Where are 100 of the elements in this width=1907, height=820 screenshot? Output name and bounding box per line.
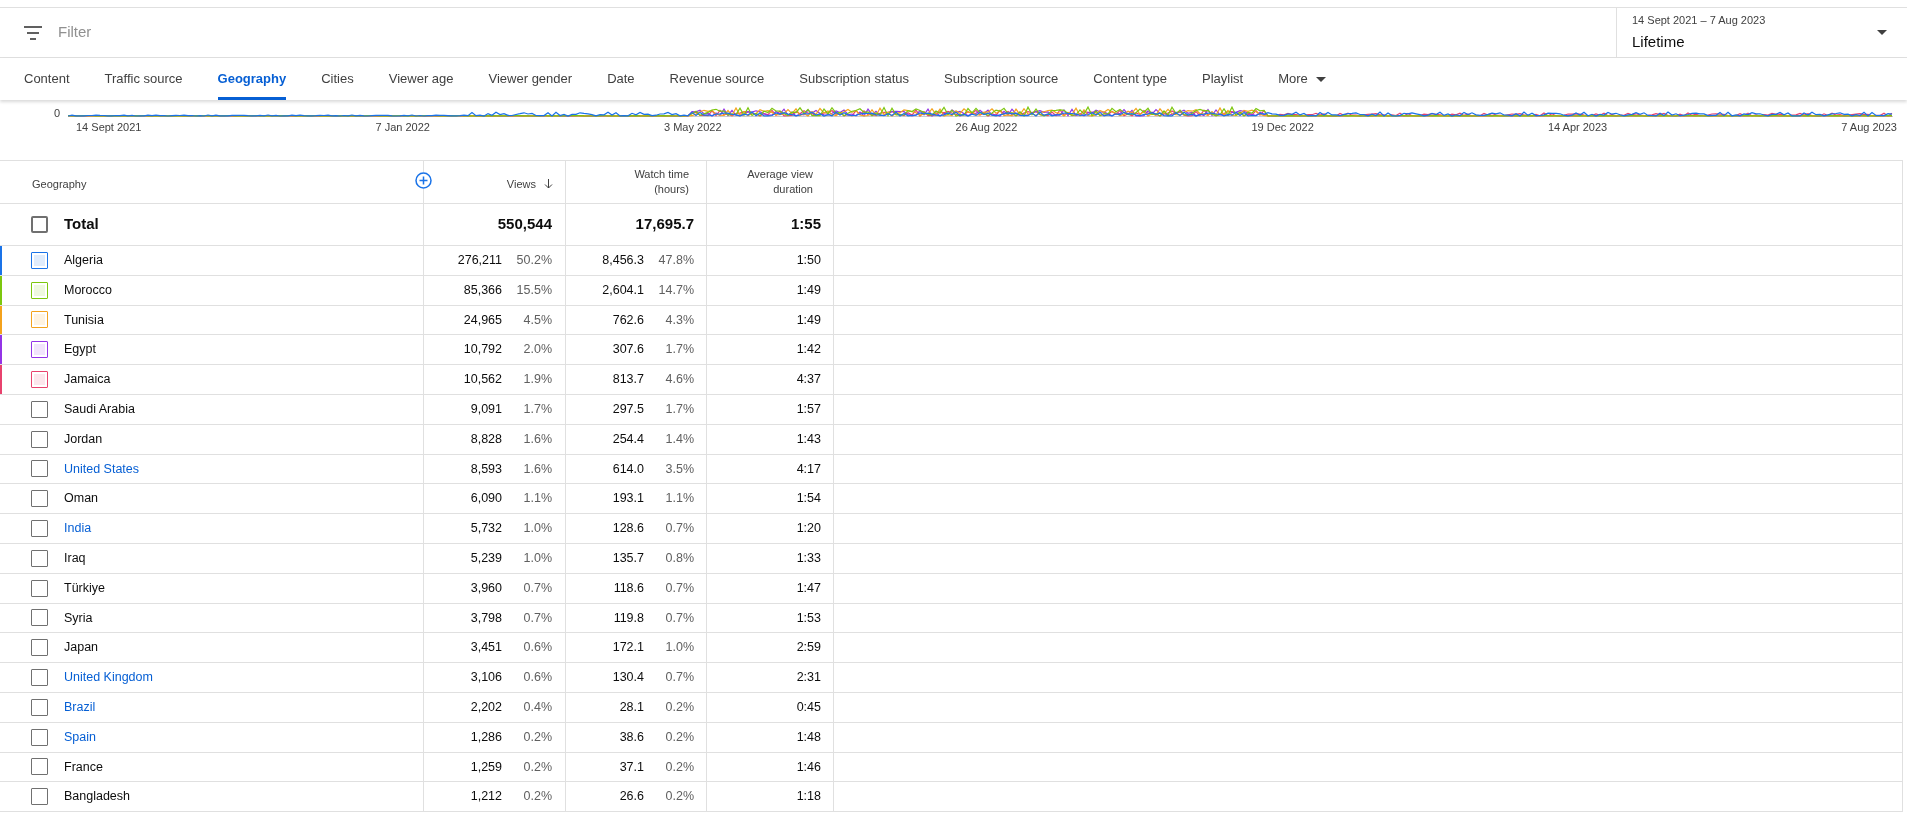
table-cell-text: 1:46 bbox=[796, 758, 821, 776]
checkbox[interactable] bbox=[31, 341, 48, 359]
country-link[interactable]: Spain bbox=[64, 727, 96, 747]
table-cell-text: 1.6% bbox=[522, 430, 552, 448]
table-cell-text: 276,211 bbox=[457, 252, 502, 269]
table-cell-text: 0.2% bbox=[522, 728, 552, 746]
tab[interactable]: Content bbox=[24, 58, 70, 100]
checkbox[interactable] bbox=[31, 609, 48, 627]
table-cell-text: 1,212 bbox=[470, 788, 502, 806]
add-column-icon[interactable] bbox=[415, 172, 432, 189]
checkbox[interactable] bbox=[31, 400, 48, 418]
sort-arrow-icon[interactable] bbox=[544, 179, 553, 189]
table-cell-text: 1:54 bbox=[796, 490, 821, 508]
table-cell-text: 1.7% bbox=[664, 401, 694, 418]
table-cell-text: 0.7% bbox=[664, 520, 694, 538]
tab[interactable]: More bbox=[1278, 58, 1326, 100]
table-cell-text: 128.6 bbox=[612, 520, 644, 538]
checkbox[interactable] bbox=[31, 520, 48, 538]
country-name: Algeria bbox=[64, 252, 103, 269]
table-cell-text: 0.7% bbox=[522, 609, 552, 627]
table-cell-text: 3,798 bbox=[470, 609, 502, 627]
table-cell-text: 37.1 bbox=[619, 758, 644, 776]
tab[interactable]: Content type bbox=[1093, 58, 1167, 100]
tab[interactable]: Traffic source bbox=[104, 58, 183, 100]
table-cell-text: 0.7% bbox=[522, 579, 552, 597]
table-cell-text: 0.6% bbox=[522, 669, 552, 687]
checkbox[interactable] bbox=[31, 281, 48, 299]
checkbox[interactable] bbox=[31, 579, 48, 597]
tab[interactable]: Playlist bbox=[1202, 58, 1244, 100]
country-link[interactable]: India bbox=[64, 519, 92, 538]
checkbox[interactable] bbox=[31, 698, 48, 716]
table-cell-text: 2:31 bbox=[796, 669, 821, 687]
tab[interactable]: Viewer gender bbox=[488, 58, 573, 100]
table-cell-text: 1:48 bbox=[796, 728, 821, 746]
table-cell-text: 1:42 bbox=[796, 341, 821, 359]
checkbox[interactable] bbox=[31, 639, 48, 657]
tab[interactable]: Revenue source bbox=[669, 58, 765, 100]
chart-axis-label: 14 Sept 2021 bbox=[76, 120, 142, 135]
table-cell-text: 26.6 bbox=[619, 788, 644, 806]
table-cell-text: 2.0% bbox=[522, 341, 552, 359]
tab[interactable]: Cities bbox=[321, 58, 354, 100]
table-cell-text: 1.1% bbox=[522, 490, 552, 508]
table-cell-text: 1,259 bbox=[470, 758, 502, 776]
tab[interactable]: Viewer age bbox=[388, 58, 454, 100]
checkbox[interactable] bbox=[31, 788, 48, 806]
tab[interactable]: Subscription status bbox=[799, 58, 910, 100]
table-cell-text: 1,286 bbox=[470, 728, 502, 746]
table-cell-text: 0.4% bbox=[522, 698, 552, 716]
checkbox[interactable] bbox=[31, 216, 48, 233]
checkbox[interactable] bbox=[31, 490, 48, 508]
table-cell-text: 0.7% bbox=[664, 579, 694, 597]
checkbox[interactable] bbox=[31, 758, 48, 776]
table-cell-text: 3,451 bbox=[470, 639, 502, 657]
table-cell-text: 6,090 bbox=[470, 490, 502, 508]
column-header[interactable]: Watch time (hours) bbox=[619, 167, 689, 197]
table-cell-text: 3,960 bbox=[470, 579, 502, 597]
tab[interactable]: Geography bbox=[217, 58, 287, 100]
table-cell-text: 0:45 bbox=[796, 698, 821, 716]
total-average-duration: 1:55 bbox=[790, 214, 821, 235]
country-name: Bangladesh bbox=[64, 788, 131, 806]
tab[interactable]: Subscription source bbox=[944, 58, 1059, 100]
table-cell-text: 0.2% bbox=[522, 788, 552, 806]
table-cell-text: 3,106 bbox=[470, 669, 502, 687]
country-link[interactable]: United States bbox=[64, 459, 140, 479]
country-link[interactable]: Brazil bbox=[64, 697, 96, 717]
checkbox[interactable] bbox=[31, 430, 48, 448]
chart-axis-label: 3 May 2022 bbox=[664, 120, 722, 135]
checkbox[interactable] bbox=[31, 549, 48, 567]
column-header[interactable]: Views bbox=[506, 175, 536, 193]
country-name: Oman bbox=[64, 490, 99, 508]
checkbox[interactable] bbox=[31, 460, 48, 478]
table-cell-text: 130.4 bbox=[612, 669, 644, 687]
tab[interactable]: Date bbox=[607, 58, 635, 100]
table-cell-text: 4.5% bbox=[522, 311, 552, 329]
country-name: Jordan bbox=[64, 430, 103, 448]
country-name: Saudi Arabia bbox=[64, 401, 135, 418]
table-cell-text: 10,562 bbox=[463, 371, 502, 389]
country-name: Jamaica bbox=[64, 371, 111, 389]
table-cell-text: 8,593 bbox=[470, 460, 502, 478]
checkbox[interactable] bbox=[31, 371, 48, 389]
country-link[interactable]: United Kingdom bbox=[64, 668, 153, 687]
date-range-dropdown[interactable]: 14 Sept 2021 – 7 Aug 2023 Lifetime bbox=[1616, 8, 1907, 57]
table-cell-text: 2:59 bbox=[796, 639, 821, 657]
checkbox[interactable] bbox=[31, 251, 48, 269]
column-header[interactable]: Average view duration bbox=[733, 167, 813, 197]
checkbox[interactable] bbox=[31, 311, 48, 329]
country-name: Türkiye bbox=[64, 579, 105, 597]
checkbox[interactable] bbox=[31, 669, 48, 687]
table-cell-text: 813.7 bbox=[612, 371, 644, 389]
table-cell-text: 1:57 bbox=[796, 401, 821, 418]
checkbox[interactable] bbox=[31, 728, 48, 746]
table-cell-text: 0.2% bbox=[522, 758, 552, 776]
table-cell-text: 3.5% bbox=[664, 460, 694, 478]
table-cell-text: 1:20 bbox=[796, 520, 821, 538]
filter-icon[interactable] bbox=[24, 25, 42, 40]
table-cell-text: 4:17 bbox=[796, 460, 821, 478]
table-cell-text: 4:37 bbox=[796, 371, 821, 389]
table-cell-text: 0.2% bbox=[664, 698, 694, 716]
table-cell-text: 119.8 bbox=[613, 609, 644, 627]
filter-field[interactable]: Filter bbox=[58, 21, 458, 44]
